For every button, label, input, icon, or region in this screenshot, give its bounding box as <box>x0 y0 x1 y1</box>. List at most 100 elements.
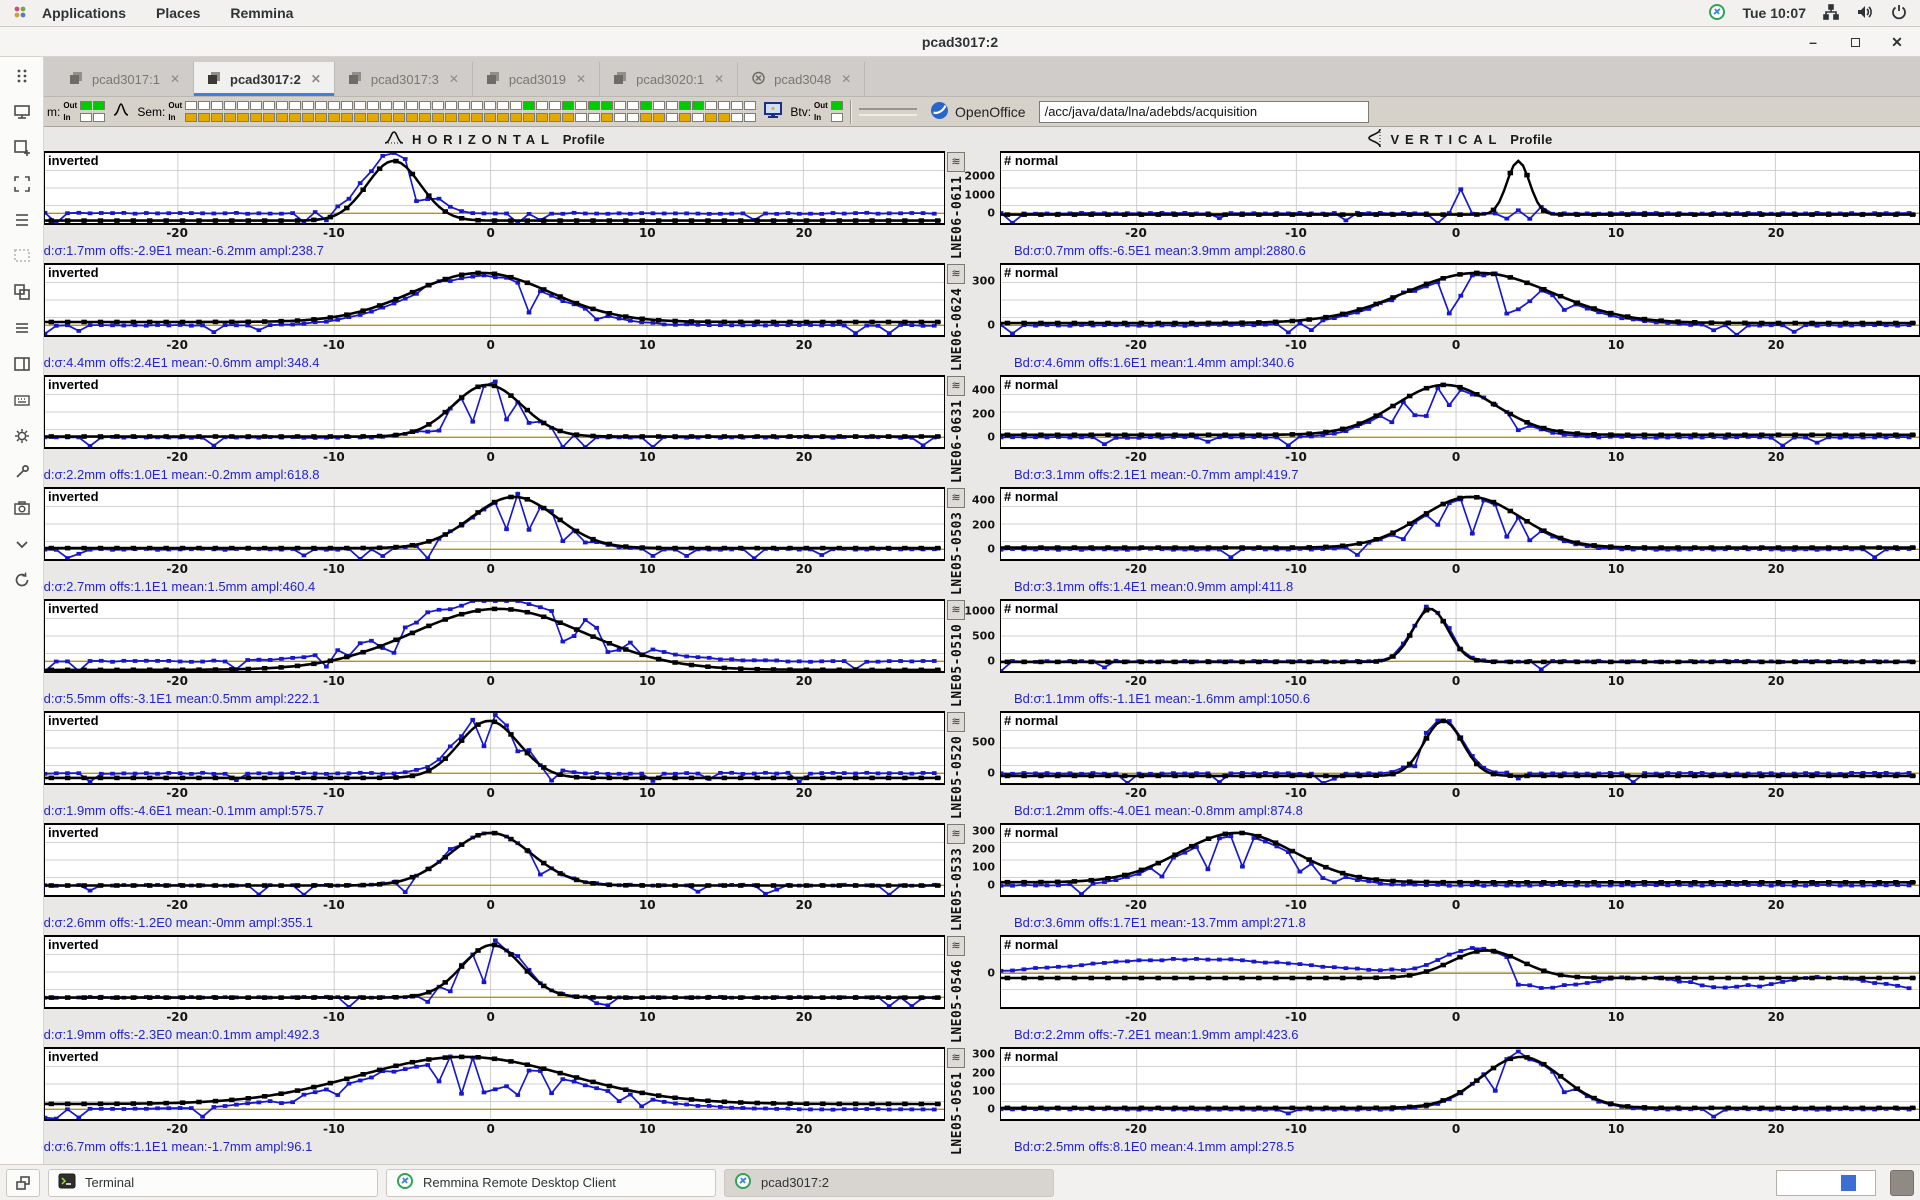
checkbox[interactable] <box>289 101 301 110</box>
checkbox[interactable] <box>458 101 470 110</box>
checkbox[interactable] <box>185 113 197 122</box>
taskbar-pcad3017-2[interactable]: pcad3017:2 <box>724 1169 1054 1197</box>
network-icon[interactable] <box>1822 3 1840 24</box>
h-profile-plot[interactable]: inverted <box>44 599 945 673</box>
minimize-button[interactable]: – <box>1806 34 1820 50</box>
checkbox[interactable] <box>549 101 561 110</box>
checkbox[interactable] <box>666 101 678 110</box>
checkbox[interactable] <box>328 101 340 110</box>
checkbox[interactable] <box>679 101 691 110</box>
checkbox[interactable] <box>744 101 756 110</box>
v-profile-plot[interactable]: # normal <box>1000 823 1920 897</box>
row-settings-button[interactable]: ≋ <box>947 936 965 956</box>
checkbox[interactable] <box>419 101 431 110</box>
toolbar-menu-icon[interactable] <box>8 314 36 341</box>
v-profile-plot[interactable]: # normal <box>1000 375 1920 449</box>
checkbox[interactable] <box>289 113 301 122</box>
checkbox[interactable] <box>393 113 405 122</box>
checkbox[interactable] <box>692 101 704 110</box>
checkbox[interactable] <box>549 113 561 122</box>
checkbox[interactable] <box>601 101 613 110</box>
add-connection-icon[interactable] <box>8 134 36 161</box>
checkbox[interactable] <box>315 113 327 122</box>
checkbox[interactable] <box>393 101 405 110</box>
h-profile-plot[interactable]: inverted <box>44 375 945 449</box>
checkbox[interactable] <box>354 113 366 122</box>
checkbox[interactable] <box>640 113 652 122</box>
checkbox[interactable] <box>497 113 509 122</box>
checkbox[interactable] <box>484 113 496 122</box>
tab-close-icon[interactable]: ✕ <box>309 72 321 86</box>
fullscreen-icon[interactable] <box>8 170 36 197</box>
checkbox[interactable] <box>575 113 587 122</box>
checkbox[interactable] <box>341 113 353 122</box>
checkbox[interactable] <box>510 113 522 122</box>
checkbox[interactable] <box>562 113 574 122</box>
checkbox[interactable] <box>588 113 600 122</box>
taskbar-remmina-remote-desktop-client[interactable]: Remmina Remote Desktop Client <box>386 1169 716 1197</box>
checkbox[interactable] <box>406 101 418 110</box>
checkbox[interactable] <box>692 113 704 122</box>
checkbox[interactable] <box>536 113 548 122</box>
checkbox[interactable] <box>211 101 223 110</box>
checkbox[interactable] <box>471 101 483 110</box>
checkbox[interactable] <box>731 101 743 110</box>
checkbox[interactable] <box>640 101 652 110</box>
row-settings-button[interactable]: ≋ <box>947 152 965 172</box>
side-panel-icon[interactable] <box>8 350 36 377</box>
checkbox[interactable] <box>367 113 379 122</box>
checkbox[interactable] <box>276 101 288 110</box>
checkbox[interactable] <box>831 101 843 110</box>
row-settings-button[interactable]: ≋ <box>947 824 965 844</box>
h-profile-plot[interactable]: inverted <box>44 711 945 785</box>
checkbox[interactable] <box>614 101 626 110</box>
checkbox[interactable] <box>731 113 743 122</box>
openoffice-launcher[interactable]: OpenOffice <box>924 99 1032 125</box>
tab-close-icon[interactable]: ✕ <box>447 72 459 86</box>
checkbox[interactable] <box>536 101 548 110</box>
checkbox[interactable] <box>432 113 444 122</box>
h-profile-plot[interactable]: inverted <box>44 935 945 1009</box>
menu-applications[interactable]: Applications <box>42 5 126 21</box>
checkbox[interactable] <box>328 113 340 122</box>
checkbox[interactable] <box>250 101 262 110</box>
toolbar-slider[interactable] <box>859 108 917 116</box>
checkbox[interactable] <box>93 101 105 110</box>
tab-close-icon[interactable]: ✕ <box>839 72 851 86</box>
v-profile-plot[interactable]: # normal <box>1000 711 1920 785</box>
row-settings-button[interactable]: ≋ <box>947 712 965 732</box>
checkbox[interactable] <box>211 113 223 122</box>
grip-icon[interactable] <box>8 62 36 89</box>
dynamic-resolution-icon[interactable] <box>8 242 36 269</box>
checkbox[interactable] <box>380 113 392 122</box>
tab-pcad3017-3[interactable]: pcad3017:3✕ <box>335 62 473 96</box>
row-settings-button[interactable]: ≋ <box>947 264 965 284</box>
h-profile-plot[interactable]: inverted <box>44 823 945 897</box>
tab-pcad3020-1[interactable]: pcad3020:1✕ <box>600 62 738 96</box>
connect-monitor-icon[interactable] <box>8 98 36 125</box>
row-settings-button[interactable]: ≋ <box>947 376 965 396</box>
checkbox[interactable] <box>627 113 639 122</box>
checkbox[interactable] <box>237 113 249 122</box>
tools-wrench-icon[interactable] <box>8 458 36 485</box>
h-profile-plot[interactable]: inverted <box>44 263 945 337</box>
checkbox[interactable] <box>445 101 457 110</box>
checkbox[interactable] <box>263 101 275 110</box>
v-profile-plot[interactable]: # normal <box>1000 599 1920 673</box>
menu-places[interactable]: Places <box>156 5 200 21</box>
checkbox[interactable] <box>432 101 444 110</box>
screenshot-camera-icon[interactable] <box>8 494 36 521</box>
checkbox[interactable] <box>198 113 210 122</box>
close-button[interactable]: ✕ <box>1890 34 1904 51</box>
show-desktop-button[interactable] <box>1890 1170 1914 1196</box>
tab-pcad3019[interactable]: pcad3019✕ <box>473 62 600 96</box>
h-profile-plot[interactable]: inverted <box>44 151 945 225</box>
checkbox[interactable] <box>718 101 730 110</box>
refresh-connection-icon[interactable] <box>8 566 36 593</box>
tab-close-icon[interactable]: ✕ <box>574 72 586 86</box>
checkbox[interactable] <box>653 101 665 110</box>
checkbox[interactable] <box>562 101 574 110</box>
taskbar-terminal[interactable]: Terminal <box>48 1169 378 1197</box>
checkbox[interactable] <box>354 101 366 110</box>
checkbox[interactable] <box>250 113 262 122</box>
